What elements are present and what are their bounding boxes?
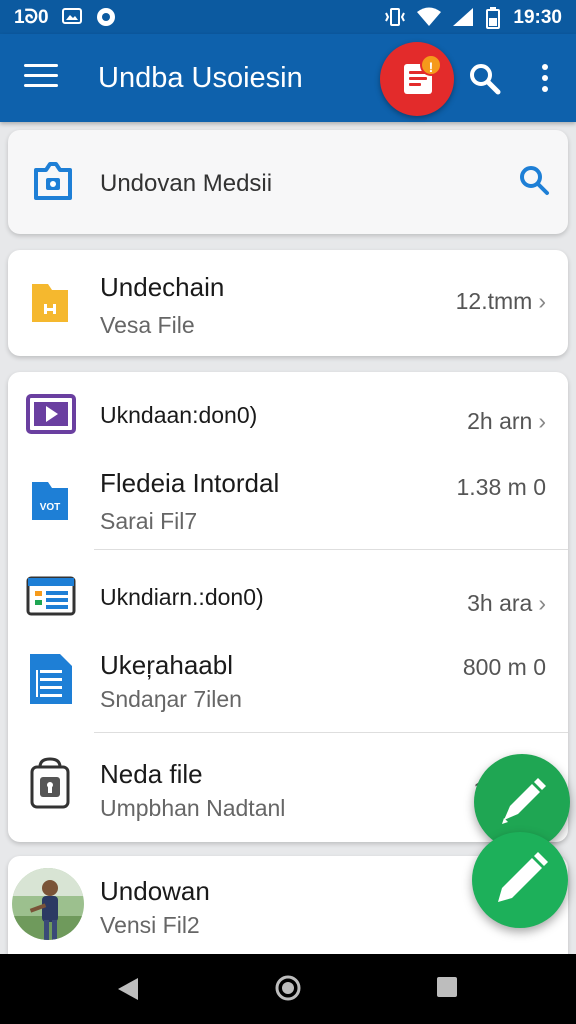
notes-badge-button[interactable]: !	[380, 42, 454, 116]
chevron-right-icon: ›	[538, 590, 546, 616]
avatar	[12, 866, 84, 947]
status-time: 19:30	[513, 7, 562, 28]
file-name: Fledeia Intordal	[100, 468, 280, 498]
document-icon	[26, 652, 74, 711]
back-button[interactable]	[116, 976, 140, 1007]
photo-icon	[62, 7, 82, 30]
file-meta: 12.tmm	[455, 288, 533, 314]
list-item[interactable]: Ukndaan:don0) 2h arn ›	[8, 372, 568, 452]
chevron-right-icon: ›	[538, 288, 546, 314]
file-name: Ukeŗahaabl	[100, 650, 233, 680]
back-icon	[118, 978, 138, 1000]
file-name: Neda file	[100, 759, 203, 789]
file-name: Undechain	[100, 272, 225, 302]
status-bar: 1ᘐ0 19:30	[0, 0, 576, 34]
contact-name: Undowan	[100, 876, 210, 906]
list-item[interactable]: Ukeŗahaabl Sndaŋar 7ilen 800 m 0	[8, 640, 568, 732]
calendar-icon	[26, 576, 76, 621]
navigation-bar	[0, 954, 576, 1024]
file-meta: 2h arn	[467, 408, 533, 434]
home-icon	[275, 975, 301, 1001]
signal-icon	[452, 7, 474, 32]
recents-icon	[437, 977, 457, 997]
vibrate-icon	[384, 7, 406, 32]
file-subtitle: Sndaŋar 7ilen	[100, 686, 242, 712]
file-meta: 800 m 0	[462, 654, 546, 680]
search-icon[interactable]	[518, 164, 550, 201]
file-card: Undechain Vesa File 12.tmm ›	[8, 250, 568, 356]
folder-icon	[26, 276, 74, 331]
battery-icon	[486, 7, 500, 34]
file-meta: 1.38 m 0	[456, 474, 547, 500]
list-item[interactable]: VOT Fledeia Intordal Sarai Fil7 1.38 m 0	[8, 452, 568, 548]
recents-button[interactable]	[436, 976, 458, 1003]
menu-icon-line	[24, 84, 58, 87]
lock-file-icon	[26, 757, 74, 816]
list-item[interactable]: Undechain Vesa File 12.tmm ›	[8, 250, 568, 356]
folder-icon: VOT	[26, 474, 74, 529]
section-header: Ukndaan:don0)	[100, 402, 258, 428]
section-header: Ukndiarn.:don0)	[100, 584, 264, 610]
list-item[interactable]: Ukndiarn.:don0) 3h ara ›	[8, 550, 568, 640]
file-meta: 3h ara	[467, 590, 533, 616]
menu-icon-line	[24, 74, 58, 77]
notification-icon	[96, 7, 116, 32]
file-subtitle: Sarai Fil7	[100, 508, 198, 534]
pencil-icon	[498, 852, 548, 902]
menu-icon-line	[24, 64, 58, 67]
search-button[interactable]	[468, 62, 502, 96]
chevron-right-icon: ›	[538, 408, 546, 434]
search-icon	[470, 64, 501, 95]
status-time-left: 1ᘐ0	[14, 7, 49, 28]
svg-text:VOT: VOT	[40, 502, 61, 513]
contact-subtitle: Vensi Fil2	[100, 912, 200, 938]
edit-fab[interactable]	[472, 832, 568, 928]
search-card-label: Undovan Medsii	[100, 170, 273, 197]
app-bar: Undba Usoiesin !	[0, 34, 576, 122]
search-card[interactable]: Undovan Medsii	[8, 130, 568, 234]
wifi-icon	[416, 7, 442, 32]
home-button[interactable]	[274, 974, 302, 1007]
more-options-button[interactable]	[536, 64, 554, 94]
badge-count: !	[420, 54, 442, 76]
app-title: Undba Usoiesin	[98, 62, 303, 94]
video-icon	[26, 394, 76, 439]
file-subtitle: Vesa File	[100, 312, 195, 338]
file-subtitle: Umpbhan Nadtanl	[100, 795, 286, 821]
camera-icon	[30, 158, 76, 209]
menu-button[interactable]	[24, 64, 58, 92]
